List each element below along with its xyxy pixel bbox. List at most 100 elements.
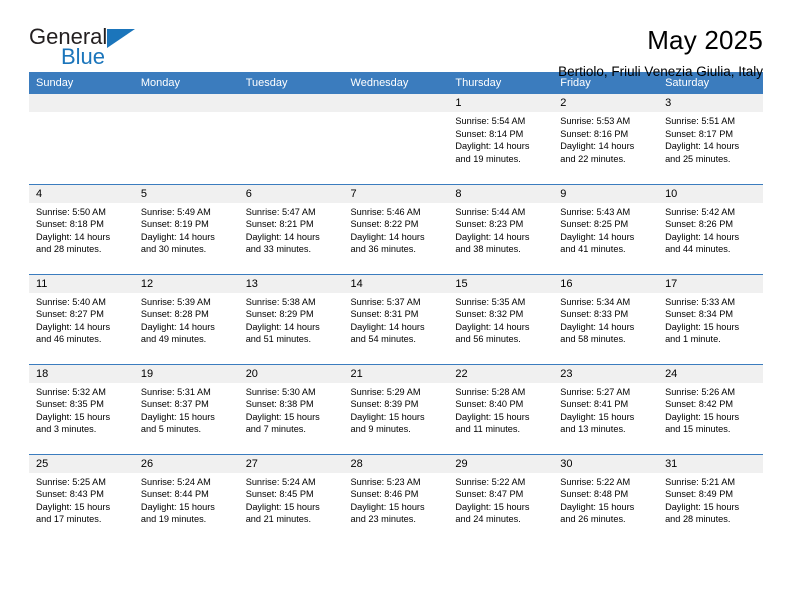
sunset-text: Sunset: 8:21 PM [245, 219, 314, 230]
daylight-text-line1: Daylight: 15 hours [350, 501, 425, 512]
calendar-day-cell[interactable]: 16 Sunrise: 5:34 AM Sunset: 8:33 PM Dayligh… [553, 273, 659, 364]
day-number: 14 [343, 274, 449, 293]
calendar-day-cell-empty [238, 94, 344, 184]
daylight-text-line2: and 41 minutes. [560, 244, 626, 255]
daylight-text-line1: Daylight: 14 hours [245, 231, 320, 242]
calendar-day-cell-empty [133, 94, 239, 184]
calendar-day-cell[interactable]: 19 Sunrise: 5:31 AM Sunset: 8:37 PM Dayligh… [133, 363, 239, 454]
daylight-text-line1: Daylight: 14 hours [455, 231, 530, 242]
calendar-day-cell-empty [29, 94, 134, 184]
day-sun-info: Sunrise: 5:54 AM Sunset: 8:14 PM Daylight:… [448, 112, 553, 165]
sunset-text: Sunset: 8:18 PM [36, 219, 104, 230]
day-number: 27 [238, 454, 344, 473]
day-number: 9 [553, 184, 659, 203]
sunrise-text: Sunrise: 5:37 AM [350, 296, 421, 307]
day-sun-info: Sunrise: 5:37 AM Sunset: 8:31 PM Daylight:… [344, 293, 449, 346]
brand-logo[interactable]: General Blue [29, 22, 179, 78]
daylight-text-line1: Daylight: 14 hours [560, 231, 635, 242]
day-sun-info: Sunrise: 5:35 AM Sunset: 8:32 PM Daylight:… [448, 293, 553, 346]
sunrise-text: Sunrise: 5:30 AM [245, 386, 316, 397]
sunset-text: Sunset: 8:39 PM [350, 399, 419, 410]
daylight-text-line2: and 21 minutes. [245, 514, 312, 525]
calendar-day-cell[interactable]: 24 Sunrise: 5:26 AM Sunset: 8:42 PM Dayligh… [658, 363, 763, 454]
daylight-text-line1: Daylight: 15 hours [560, 501, 635, 512]
sunrise-text: Sunrise: 5:38 AM [245, 296, 316, 307]
day-number: 17 [658, 274, 763, 293]
day-number: 10 [658, 184, 763, 203]
day-number: 19 [133, 364, 239, 383]
sunset-text: Sunset: 8:37 PM [140, 399, 209, 410]
calendar-day-cell[interactable]: 11 Sunrise: 5:40 AM Sunset: 8:27 PM Dayligh… [29, 273, 134, 364]
calendar-day-cell[interactable]: 17 Sunrise: 5:33 AM Sunset: 8:34 PM Dayligh… [658, 273, 763, 364]
calendar-day-cell[interactable]: 25 Sunrise: 5:25 AM Sunset: 8:43 PM Dayligh… [29, 453, 134, 544]
day-number: 20 [238, 364, 344, 383]
sunset-text: Sunset: 8:35 PM [36, 399, 104, 410]
calendar-day-cell[interactable]: 4 Sunrise: 5:50 AM Sunset: 8:18 PM Daylight… [29, 183, 134, 274]
day-number: 21 [343, 364, 449, 383]
daylight-text-line2: and 19 minutes. [140, 514, 207, 525]
sunrise-text: Sunrise: 5:24 AM [245, 476, 316, 487]
sunrise-text: Sunrise: 5:49 AM [140, 206, 211, 217]
sunset-text: Sunset: 8:45 PM [245, 489, 314, 500]
daylight-text-line1: Daylight: 15 hours [665, 411, 740, 422]
calendar-day-cell[interactable]: 1 Sunrise: 5:54 AM Sunset: 8:14 PM Daylight… [448, 94, 554, 184]
daylight-text-line1: Daylight: 14 hours [350, 321, 425, 332]
calendar-day-cell[interactable]: 31 Sunrise: 5:21 AM Sunset: 8:49 PM Dayligh… [658, 453, 763, 544]
title-block: May 2025 Bertiolo, Friuli Venezia Giulia… [558, 22, 763, 82]
day-number [343, 94, 449, 112]
weekday-header-wednesday: Wednesday [343, 72, 449, 94]
daylight-text-line2: and 11 minutes. [455, 424, 521, 435]
calendar-day-cell[interactable]: 5 Sunrise: 5:49 AM Sunset: 8:19 PM Daylight… [133, 183, 239, 274]
calendar-day-cell[interactable]: 29 Sunrise: 5:22 AM Sunset: 8:47 PM Dayligh… [448, 453, 554, 544]
calendar-day-cell[interactable]: 21 Sunrise: 5:29 AM Sunset: 8:39 PM Dayligh… [343, 363, 449, 454]
calendar-day-cell[interactable]: 8 Sunrise: 5:44 AM Sunset: 8:23 PM Daylight… [448, 183, 554, 274]
sunrise-text: Sunrise: 5:40 AM [36, 296, 106, 307]
calendar-day-cell[interactable]: 6 Sunrise: 5:47 AM Sunset: 8:21 PM Daylight… [238, 183, 344, 274]
daylight-text-line2: and 9 minutes. [350, 424, 411, 435]
calendar-day-cell[interactable]: 9 Sunrise: 5:43 AM Sunset: 8:25 PM Daylight… [553, 183, 659, 274]
calendar-day-cell[interactable]: 10 Sunrise: 5:42 AM Sunset: 8:26 PM Dayligh… [658, 183, 763, 274]
daylight-text-line1: Daylight: 14 hours [245, 321, 320, 332]
daylight-text-line1: Daylight: 14 hours [560, 321, 635, 332]
calendar-day-cell-empty [343, 94, 449, 184]
daylight-text-line1: Daylight: 14 hours [36, 231, 111, 242]
sunrise-text: Sunrise: 5:44 AM [455, 206, 526, 217]
day-number: 11 [29, 274, 134, 293]
daylight-text-line2: and 1 minute. [665, 334, 721, 345]
logo-word-blue: Blue [61, 44, 106, 69]
calendar-day-cell[interactable]: 27 Sunrise: 5:24 AM Sunset: 8:45 PM Dayligh… [238, 453, 344, 544]
day-sun-info: Sunrise: 5:53 AM Sunset: 8:16 PM Daylight:… [553, 112, 658, 165]
calendar-day-cell[interactable]: 15 Sunrise: 5:35 AM Sunset: 8:32 PM Dayligh… [448, 273, 554, 364]
day-number: 13 [238, 274, 344, 293]
daylight-text-line1: Daylight: 15 hours [140, 411, 215, 422]
daylight-text-line1: Daylight: 15 hours [560, 411, 635, 422]
sunrise-text: Sunrise: 5:51 AM [665, 116, 736, 126]
calendar-day-cell[interactable]: 7 Sunrise: 5:46 AM Sunset: 8:22 PM Daylight… [343, 183, 449, 274]
calendar-day-cell[interactable]: 2 Sunrise: 5:53 AM Sunset: 8:16 PM Daylight… [553, 94, 659, 184]
calendar-day-cell[interactable]: 28 Sunrise: 5:23 AM Sunset: 8:46 PM Dayligh… [343, 453, 449, 544]
daylight-text-line1: Daylight: 15 hours [36, 501, 111, 512]
weekday-header-tuesday: Tuesday [238, 72, 344, 94]
daylight-text-line2: and 38 minutes. [455, 244, 521, 255]
calendar-day-cell[interactable]: 13 Sunrise: 5:38 AM Sunset: 8:29 PM Dayligh… [238, 273, 344, 364]
calendar-day-cell[interactable]: 23 Sunrise: 5:27 AM Sunset: 8:41 PM Dayligh… [553, 363, 659, 454]
calendar-day-cell[interactable]: 20 Sunrise: 5:30 AM Sunset: 8:38 PM Dayligh… [238, 363, 344, 454]
sunset-text: Sunset: 8:44 PM [140, 489, 209, 500]
sunset-text: Sunset: 8:14 PM [455, 128, 524, 139]
calendar-day-cell[interactable]: 18 Sunrise: 5:32 AM Sunset: 8:35 PM Dayligh… [29, 363, 134, 454]
day-sun-info: Sunrise: 5:47 AM Sunset: 8:21 PM Daylight:… [239, 203, 344, 256]
calendar-day-cell[interactable]: 12 Sunrise: 5:39 AM Sunset: 8:28 PM Dayligh… [133, 273, 239, 364]
calendar-day-cell[interactable]: 26 Sunrise: 5:24 AM Sunset: 8:44 PM Dayligh… [133, 453, 239, 544]
calendar-day-cell[interactable]: 22 Sunrise: 5:28 AM Sunset: 8:40 PM Dayligh… [448, 363, 554, 454]
sunset-text: Sunset: 8:38 PM [245, 399, 314, 410]
sunset-text: Sunset: 8:42 PM [665, 399, 733, 410]
day-sun-info: Sunrise: 5:30 AM Sunset: 8:38 PM Daylight:… [239, 383, 344, 436]
calendar-day-cell[interactable]: 14 Sunrise: 5:37 AM Sunset: 8:31 PM Dayligh… [343, 273, 449, 364]
weekday-header-thursday: Thursday [448, 72, 554, 94]
sunset-text: Sunset: 8:41 PM [560, 399, 629, 410]
daylight-text-line1: Daylight: 14 hours [665, 141, 740, 152]
calendar-day-cell[interactable]: 3 Sunrise: 5:51 AM Sunset: 8:17 PM Daylight… [658, 94, 763, 184]
calendar-day-cell[interactable]: 30 Sunrise: 5:22 AM Sunset: 8:48 PM Dayligh… [553, 453, 659, 544]
sunset-text: Sunset: 8:27 PM [36, 309, 104, 320]
daylight-text-line1: Daylight: 15 hours [245, 501, 320, 512]
